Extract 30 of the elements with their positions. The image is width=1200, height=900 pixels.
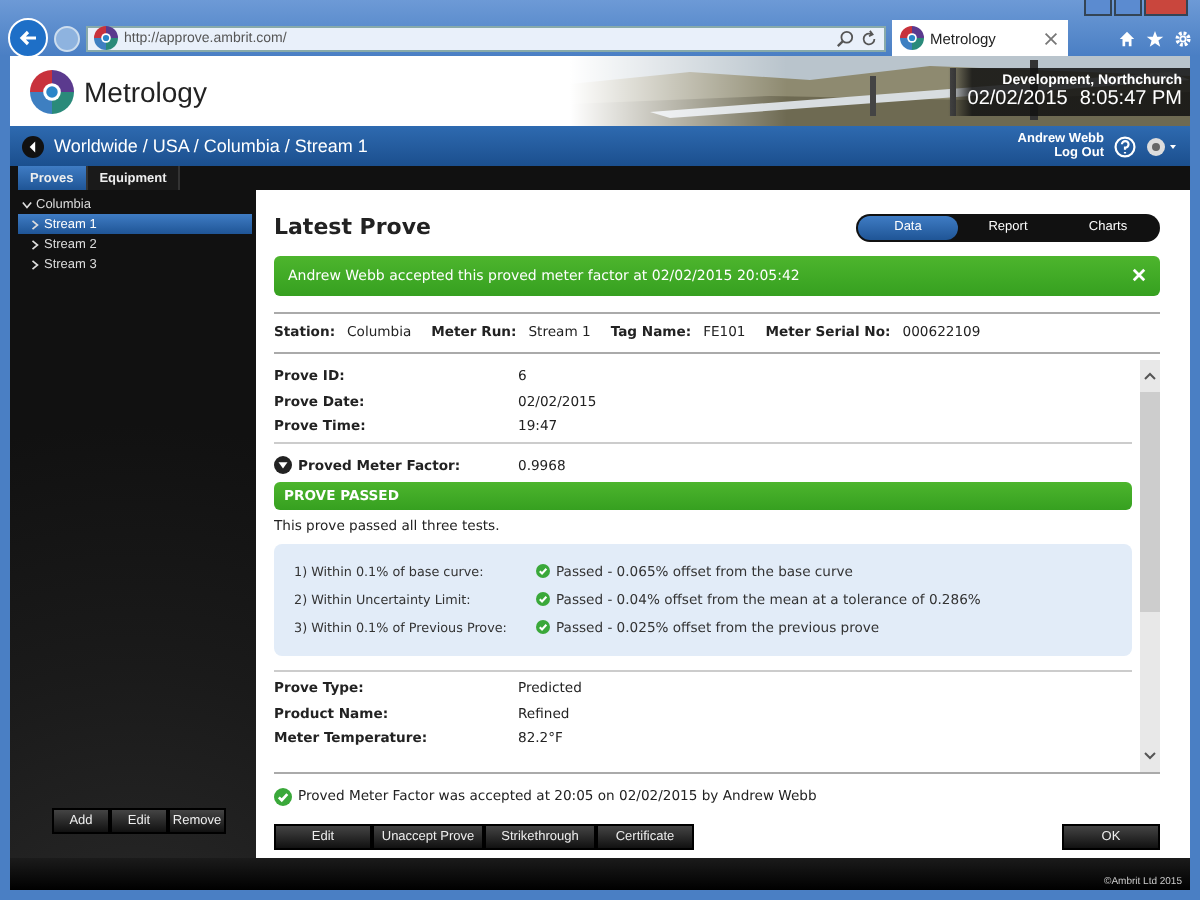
time-label: 8:05:47 PM	[1079, 87, 1182, 109]
back-icon[interactable]	[22, 135, 44, 157]
app-title: Metrology	[84, 75, 207, 107]
check-icon	[536, 564, 550, 579]
breadcrumb: Worldwide / USA / Columbia / Stream 1	[54, 136, 368, 156]
logo-icon	[94, 26, 118, 50]
forward-button[interactable]	[54, 25, 80, 51]
star-icon[interactable]	[1146, 29, 1164, 47]
scroll-down-icon[interactable]	[1144, 752, 1156, 761]
settings-menu-icon[interactable]	[1146, 135, 1178, 157]
check-icon	[536, 620, 550, 635]
settings-icon[interactable]	[1174, 29, 1192, 47]
check-icon	[274, 787, 292, 806]
minimize-button[interactable]	[1084, 0, 1112, 16]
search-icon[interactable]	[836, 29, 854, 47]
back-arrow-icon	[18, 28, 38, 48]
close-icon[interactable]	[1042, 29, 1060, 47]
expand-icon[interactable]	[274, 456, 292, 475]
back-button[interactable]	[8, 18, 48, 58]
maximize-button[interactable]	[1114, 0, 1142, 16]
logo-icon	[30, 69, 74, 113]
help-icon[interactable]	[1114, 135, 1136, 157]
logo-icon	[900, 26, 924, 50]
refresh-icon[interactable]	[860, 29, 878, 47]
home-icon[interactable]	[1118, 29, 1136, 47]
check-icon	[536, 592, 550, 607]
page-title: Latest Prove	[274, 214, 431, 241]
date-label: 02/02/2015	[967, 87, 1068, 109]
scroll-up-icon[interactable]	[1144, 371, 1156, 380]
scrollbar[interactable]	[1140, 359, 1160, 773]
